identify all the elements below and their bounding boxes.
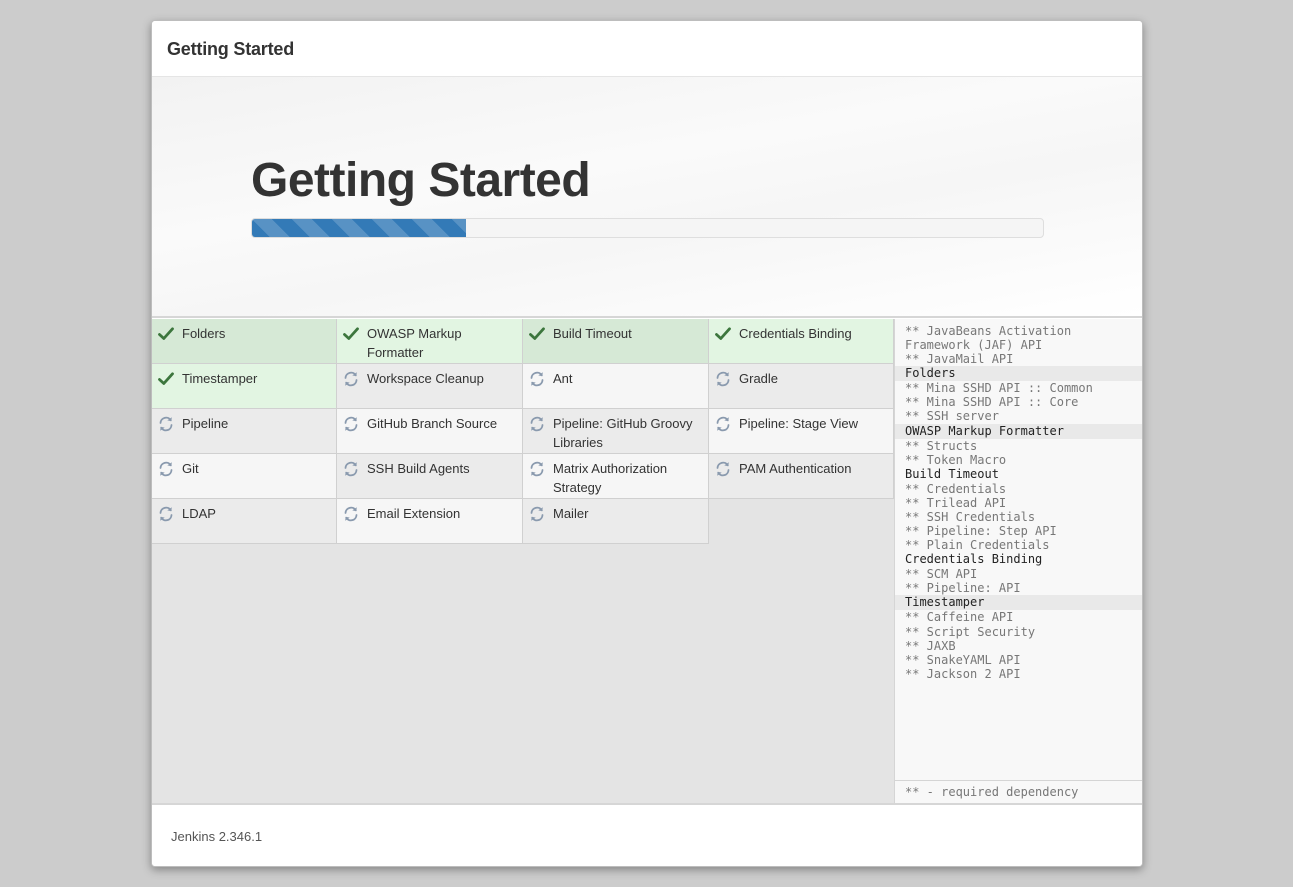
log-dependency-line: ** Pipeline: Step API (905, 524, 1057, 539)
checkmark-icon (714, 325, 732, 343)
plugin-name: Pipeline: GitHub Groovy Libraries (553, 416, 693, 450)
plugin-name: SSH Build Agents (367, 461, 470, 476)
log-plugin-header: Folders (895, 366, 1142, 382)
setup-dialog: Getting Started Getting Started Folders O… (151, 20, 1143, 867)
log-dependency-line: ** JavaMail API (905, 352, 1014, 367)
plugin-item: Gradle (709, 364, 894, 409)
refresh-icon (157, 505, 175, 523)
dialog-footer: Jenkins 2.346.1 (152, 803, 1142, 866)
page-title: Getting Started (251, 154, 591, 207)
plugin-name: GitHub Branch Source (367, 416, 498, 431)
refresh-icon (528, 505, 546, 523)
plugin-item: Pipeline: Stage View (709, 409, 894, 454)
plugin-name: Build Timeout (553, 326, 632, 341)
log-dependency-line: ** SSH server (905, 409, 999, 424)
plugin-item: GitHub Branch Source (337, 409, 523, 454)
plugin-name: Email Extension (367, 506, 461, 521)
plugin-name: Pipeline (182, 416, 229, 431)
log-plugin-header: Credentials Binding (905, 552, 1043, 567)
plugin-name: OWASP Markup Formatter (367, 326, 462, 360)
plugin-name: Git (182, 461, 199, 476)
refresh-icon (342, 460, 360, 478)
log-dependency-line: ** JAXB (905, 638, 956, 653)
plugin-item: OWASP Markup Formatter (337, 319, 523, 364)
checkmark-icon (342, 325, 360, 343)
plugin-list-area: Folders OWASP Markup Formatter Build Timeo… (152, 319, 894, 803)
log-dependency-line: ** Structs (905, 438, 978, 453)
plugin-item: Workspace Cleanup (337, 364, 523, 409)
dialog-title: Getting Started (167, 39, 295, 59)
log-plugin-header: Timestamper (895, 595, 1142, 611)
hero-section: Getting Started (152, 77, 1142, 318)
log-dependency-line: ** Token Macro (905, 452, 1007, 467)
plugin-item: Git (152, 454, 337, 499)
plugin-item: Mailer (523, 499, 709, 544)
log-dependency-line: ** Plain Credentials (905, 538, 1050, 553)
plugin-name: Matrix Authorization Strategy (553, 461, 668, 495)
log-plugin-header: OWASP Markup Formatter (895, 423, 1142, 439)
refresh-icon (342, 370, 360, 388)
version-label: Jenkins 2.346.1 (171, 829, 263, 844)
plugin-item: Credentials Binding (709, 319, 894, 364)
log-dependency-line: ** Pipeline: API (905, 581, 1021, 596)
dialog-header: Getting Started (152, 21, 1142, 77)
log-footer-note: ** - required dependency (895, 780, 1142, 803)
refresh-icon (528, 415, 546, 433)
plugin-name: Folders (182, 326, 226, 341)
install-progress-fill (252, 219, 466, 237)
refresh-icon (714, 370, 732, 388)
refresh-icon (714, 460, 732, 478)
plugin-name: LDAP (182, 506, 216, 521)
plugin-item: Matrix Authorization Strategy (523, 454, 709, 499)
plugin-name: Timestamper (182, 371, 258, 386)
refresh-icon (714, 415, 732, 433)
refresh-icon (528, 460, 546, 478)
log-dependency-line: ** Jackson 2 API (905, 666, 1021, 681)
plugin-name: Pipeline: Stage View (739, 416, 859, 431)
refresh-icon (157, 415, 175, 433)
checkmark-icon (157, 325, 175, 343)
refresh-icon (342, 415, 360, 433)
checkmark-icon (528, 325, 546, 343)
log-dependency-line: ** JavaBeans Activation Framework (JAF) … (905, 324, 1079, 353)
plugin-name: Ant (553, 371, 573, 386)
checkmark-icon (157, 370, 175, 388)
plugin-name: Credentials Binding (739, 326, 852, 341)
plugin-grid: Folders OWASP Markup Formatter Build Timeo… (152, 319, 894, 544)
refresh-icon (528, 370, 546, 388)
log-dependency-line: ** Mina SSHD API :: Common (905, 381, 1093, 396)
plugin-item: PAM Authentication (709, 454, 894, 499)
plugin-item: Pipeline: GitHub Groovy Libraries (523, 409, 709, 454)
log-dependency-line: ** Mina SSHD API :: Core (905, 395, 1079, 410)
refresh-icon (342, 505, 360, 523)
log-dependency-line: ** Script Security (905, 624, 1036, 639)
install-progress-bar (251, 218, 1044, 238)
plugin-item: Build Timeout (523, 319, 709, 364)
log-dependency-line: ** Trilead API (905, 495, 1007, 510)
log-plugin-header: Build Timeout (905, 466, 999, 481)
plugin-name: Workspace Cleanup (367, 371, 484, 386)
plugin-name: PAM Authentication (739, 461, 852, 476)
plugin-item: LDAP (152, 499, 337, 544)
log-dependency-line: ** Credentials (905, 481, 1007, 496)
install-log: ** JavaBeans Activation Framework (JAF) … (895, 319, 1142, 681)
plugin-item: Folders (152, 319, 337, 364)
plugin-item: Pipeline (152, 409, 337, 454)
plugin-item: Email Extension (337, 499, 523, 544)
log-dependency-line: ** SCM API (905, 567, 978, 582)
plugin-name: Mailer (553, 506, 589, 521)
plugin-item: Timestamper (152, 364, 337, 409)
plugin-name: Gradle (739, 371, 779, 386)
plugin-item: Ant (523, 364, 709, 409)
log-dependency-line: ** SnakeYAML API (905, 652, 1021, 667)
log-dependency-line: ** SSH Credentials (905, 509, 1036, 524)
plugin-item: SSH Build Agents (337, 454, 523, 499)
refresh-icon (157, 460, 175, 478)
install-log-panel[interactable]: ** JavaBeans Activation Framework (JAF) … (894, 319, 1142, 803)
log-dependency-line: ** Caffeine API (905, 610, 1014, 625)
